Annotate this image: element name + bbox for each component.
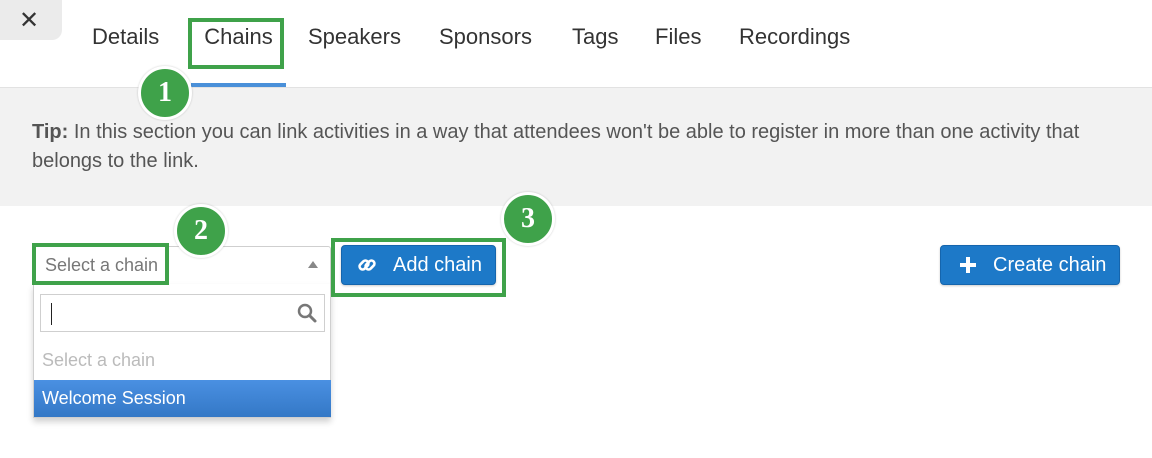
- text-cursor: [51, 303, 52, 325]
- highlight-chain-select: [32, 243, 169, 285]
- tab-recordings[interactable]: Recordings: [739, 0, 850, 87]
- tab-sponsors[interactable]: Sponsors: [439, 0, 532, 87]
- step-badge-3: 3: [501, 192, 555, 246]
- plus-icon: [960, 257, 976, 273]
- search-icon: [297, 303, 317, 323]
- dropdown-option-welcome-session[interactable]: Welcome Session: [34, 380, 331, 417]
- tip-text: In this section you can link activities …: [32, 121, 1080, 172]
- dropdown-option-placeholder[interactable]: Select a chain: [34, 342, 331, 379]
- tab-files[interactable]: Files: [655, 0, 701, 87]
- step-badge-1: 1: [138, 66, 192, 120]
- highlight-add-chain-button: [331, 238, 506, 297]
- chain-dropdown: Select a chain Welcome Session: [33, 284, 331, 418]
- active-tab-indicator: [191, 83, 286, 87]
- tip-label: Tip:: [32, 121, 69, 143]
- chain-search-field[interactable]: [40, 294, 325, 332]
- chain-search-input[interactable]: [41, 295, 324, 331]
- create-chain-button[interactable]: Create chain: [940, 245, 1120, 285]
- step-badge-2: 2: [174, 204, 228, 258]
- create-chain-label: Create chain: [993, 253, 1107, 276]
- triangle-up-icon: [308, 261, 318, 268]
- highlight-chains-tab: [188, 18, 284, 69]
- tab-tags[interactable]: Tags: [572, 0, 618, 87]
- tab-speakers[interactable]: Speakers: [308, 0, 401, 87]
